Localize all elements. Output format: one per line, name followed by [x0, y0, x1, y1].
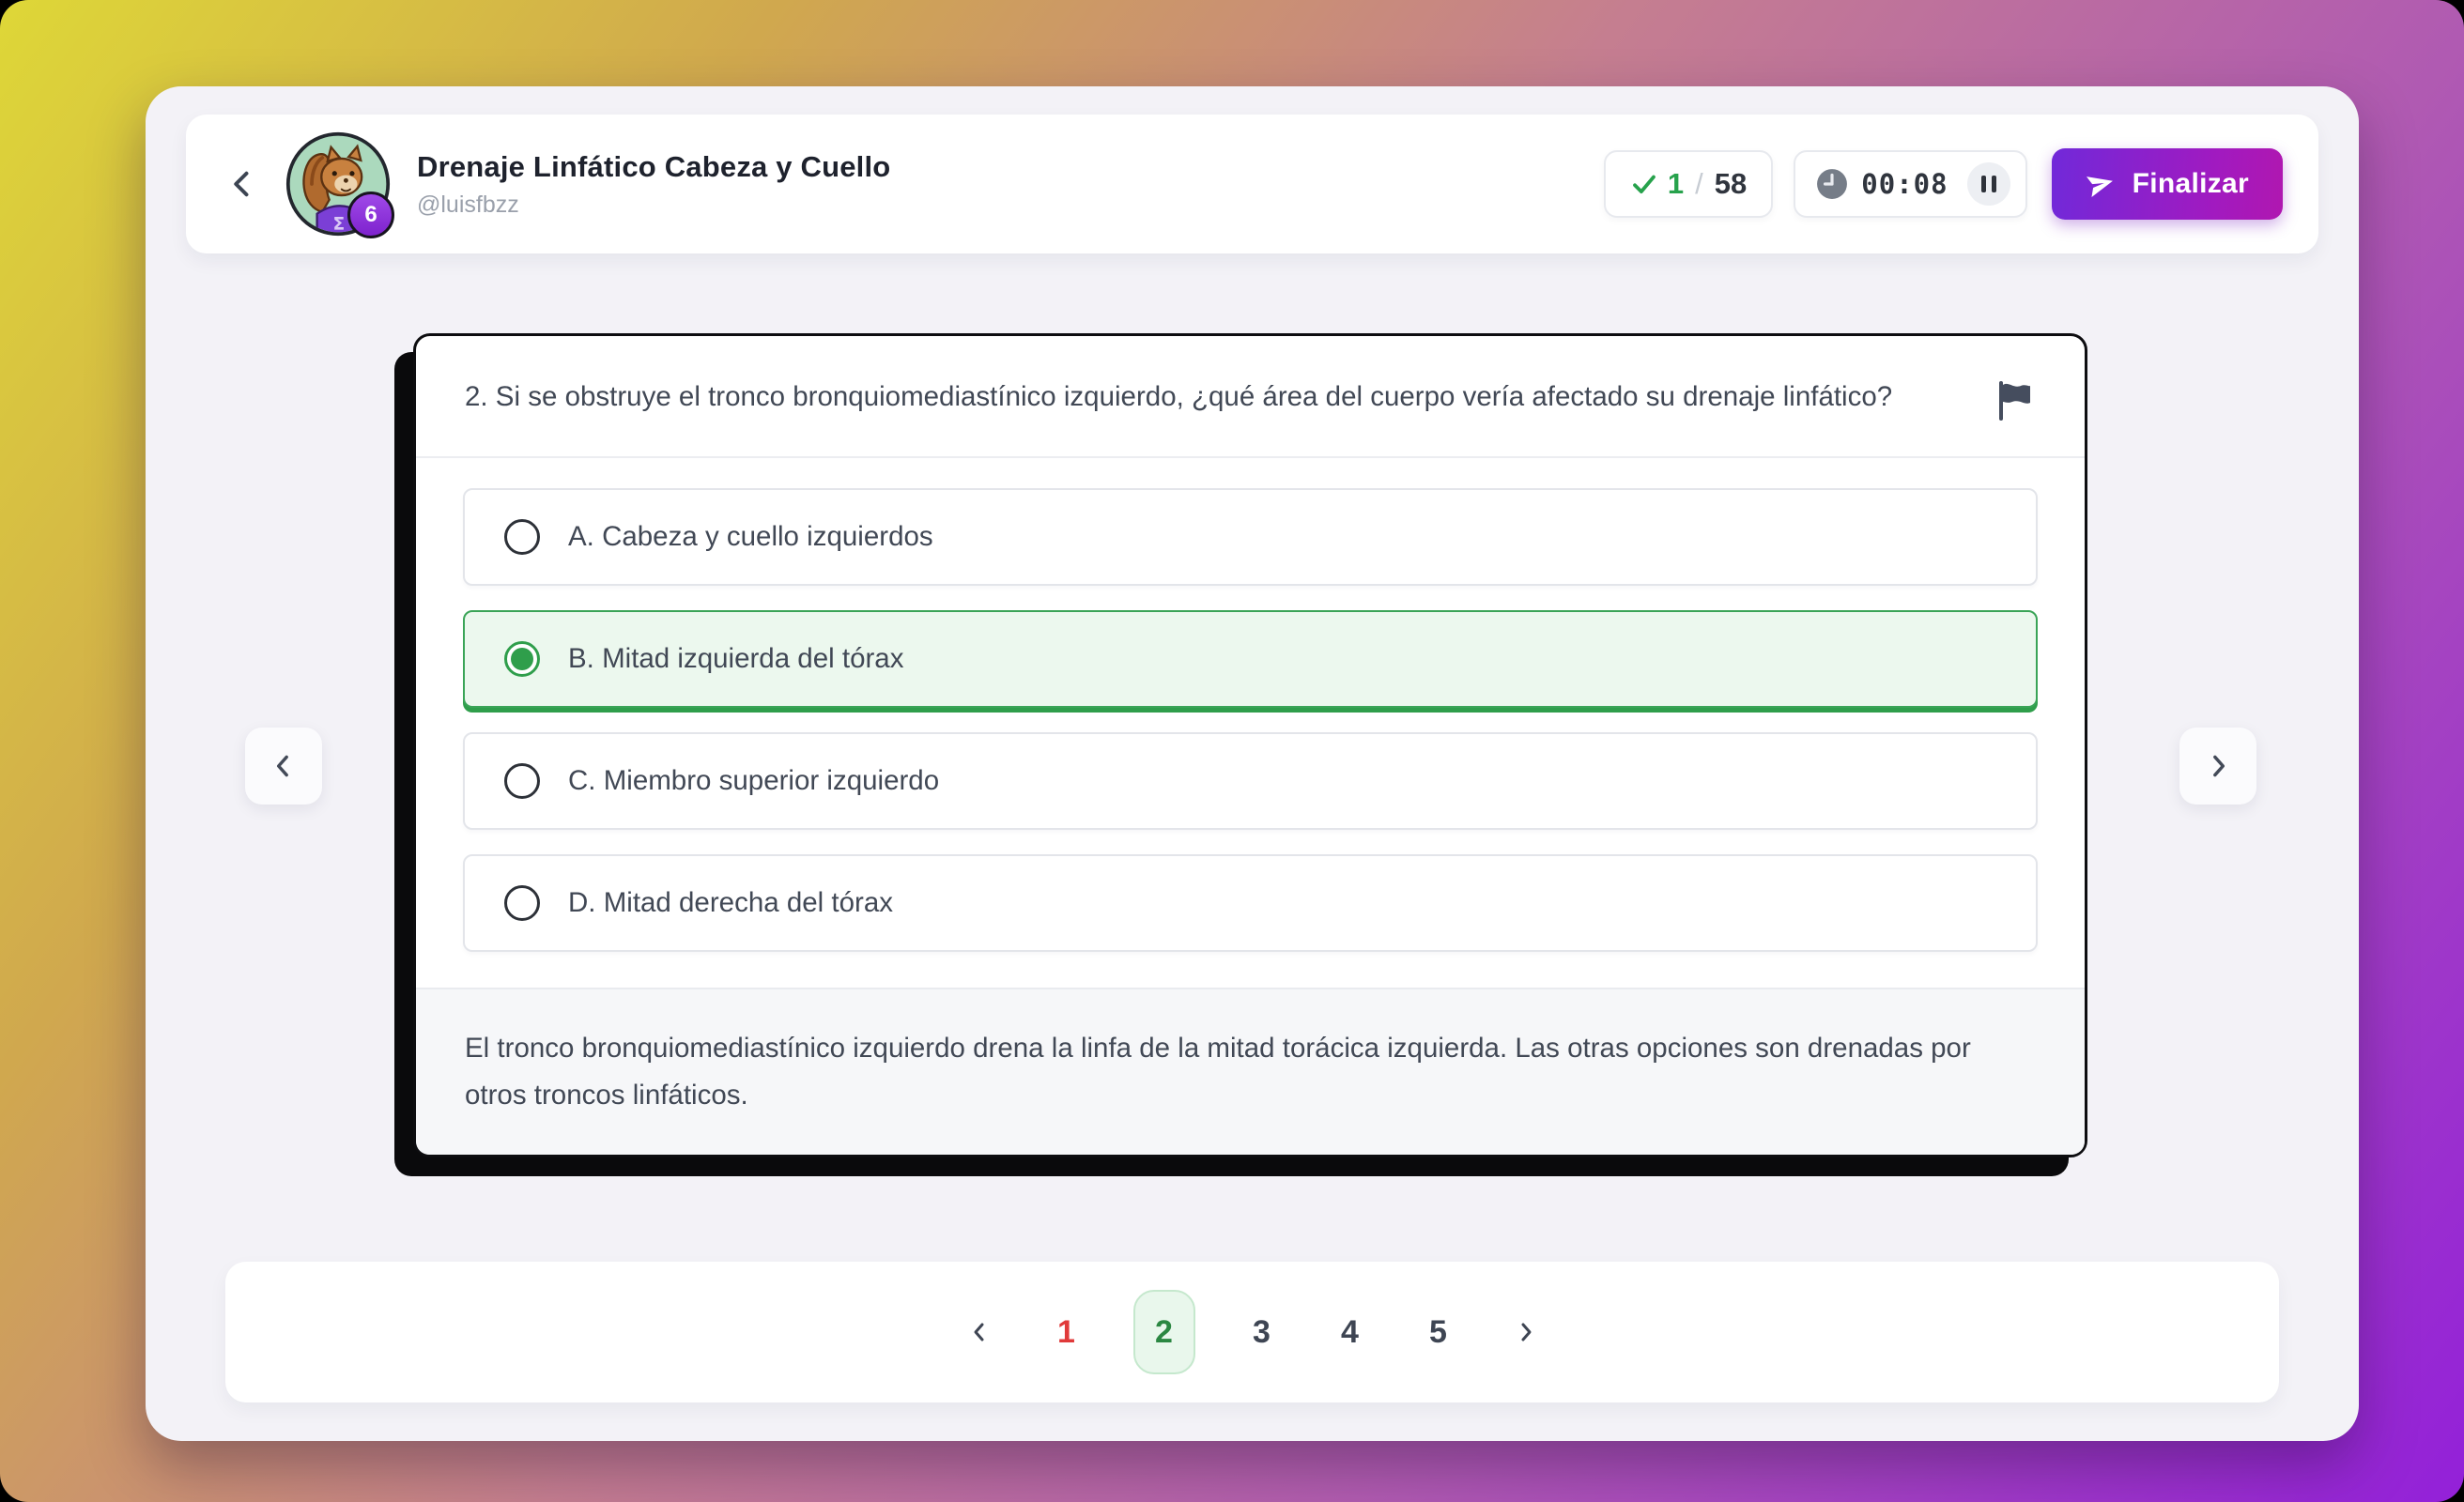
question-card: 2. Si se obstruye el tronco bronquiomedi… — [413, 333, 2087, 1157]
clock-icon — [1816, 168, 1848, 200]
progress-correct-count: 1 — [1668, 167, 1684, 201]
screen-background: Σ 6 Drenaje Linfático Cabeza y Cuello — [0, 0, 2464, 1502]
progress-separator: / — [1693, 167, 1705, 201]
timer-value: 00:08 — [1861, 168, 1948, 200]
page-4-button[interactable]: 4 — [1329, 1313, 1372, 1352]
timer-badge: 00:08 — [1794, 150, 2026, 218]
explanation-panel: El tronco bronquiomediastínico izquierdo… — [416, 988, 2085, 1155]
option-label: D. Mitad derecha del tórax — [568, 887, 893, 919]
radio-unchecked-icon — [504, 885, 540, 921]
option-label: B. Mitad izquierda del tórax — [568, 643, 903, 675]
chevron-right-icon — [1511, 1317, 1541, 1347]
check-icon — [1630, 170, 1658, 198]
option-a[interactable]: A. Cabeza y cuello izquierdos — [463, 488, 2038, 586]
option-label: A. Cabeza y cuello izquierdos — [568, 521, 933, 553]
page-1-button[interactable]: 1 — [1045, 1313, 1088, 1352]
pause-button[interactable] — [1967, 162, 2010, 206]
next-question-button[interactable] — [2179, 728, 2256, 805]
radio-unchecked-icon — [504, 519, 540, 555]
previous-question-button[interactable] — [245, 728, 322, 805]
flag-icon — [1995, 379, 2033, 422]
page-5-button[interactable]: 5 — [1417, 1313, 1460, 1352]
next-page-button[interactable] — [1505, 1311, 1547, 1353]
radio-unchecked-icon — [504, 763, 540, 799]
svg-text:Σ: Σ — [333, 215, 346, 235]
previous-page-button[interactable] — [959, 1311, 1000, 1353]
option-d[interactable]: D. Mitad derecha del tórax — [463, 854, 2038, 952]
quiz-title: Drenaje Linfático Cabeza y Cuello — [417, 150, 890, 184]
quiz-author: @luisfbzz — [417, 192, 890, 219]
progress-total-count: 58 — [1715, 167, 1747, 201]
chevron-left-icon — [268, 750, 300, 782]
back-button[interactable] — [222, 163, 263, 205]
header-bar: Σ 6 Drenaje Linfático Cabeza y Cuello — [186, 115, 2318, 253]
finish-button-label: Finalizar — [2133, 168, 2249, 200]
chevron-left-icon — [964, 1317, 994, 1347]
question-text: 2. Si se obstruye el tronco bronquiomedi… — [465, 374, 1964, 424]
progress-badge: 1 / 58 — [1604, 150, 1773, 218]
chevron-right-icon — [2202, 750, 2234, 782]
pause-icon — [1981, 176, 1986, 192]
quiz-app-window: Σ 6 Drenaje Linfático Cabeza y Cuello — [146, 86, 2359, 1441]
chevron-left-icon — [225, 167, 259, 201]
page-2-button-current[interactable]: 2 — [1133, 1290, 1195, 1374]
level-badge: 6 — [347, 192, 394, 238]
explanation-text: El tronco bronquiomediastínico izquierdo… — [465, 1025, 2036, 1119]
page-3-button[interactable]: 3 — [1240, 1313, 1284, 1352]
pagination-bar: 1 2 3 4 5 — [225, 1262, 2279, 1402]
options-list: A. Cabeza y cuello izquierdos B. Mitad i… — [416, 458, 2085, 988]
option-c[interactable]: C. Miembro superior izquierdo — [463, 732, 2038, 830]
option-label: C. Miembro superior izquierdo — [568, 765, 939, 797]
finish-button[interactable]: Finalizar — [2052, 148, 2283, 220]
flag-button[interactable] — [1993, 377, 2036, 424]
avatar: Σ 6 — [285, 131, 391, 237]
radio-checked-icon — [504, 641, 540, 677]
send-icon — [2086, 169, 2116, 199]
option-b-selected[interactable]: B. Mitad izquierda del tórax — [463, 610, 2038, 708]
